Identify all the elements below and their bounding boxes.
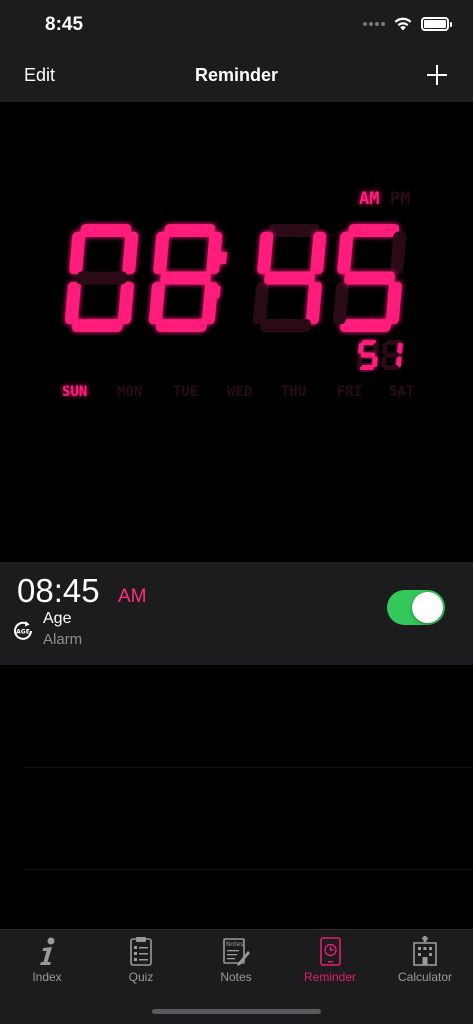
divider: [24, 869, 473, 870]
weekday-sun: SUN: [62, 384, 87, 400]
segment-g: [360, 352, 375, 358]
battery-icon: [421, 17, 452, 31]
segment-d: [72, 319, 123, 332]
tab-quiz[interactable]: Quiz: [94, 930, 188, 990]
segment-e: [148, 281, 165, 325]
am-label: AM: [359, 189, 379, 209]
segment-e: [356, 356, 363, 367]
segment-f: [337, 231, 354, 275]
segment-f: [153, 231, 170, 275]
tab-label: Reminder: [303, 970, 357, 984]
weekday-tue: TUE: [173, 384, 198, 400]
weekday-fri: FRI: [337, 384, 362, 400]
divider: [24, 767, 473, 768]
building-icon: [413, 936, 437, 966]
status-indicators: [363, 16, 452, 32]
weekday-row: SUN MON TUE WED THU FRI SAT: [62, 384, 414, 400]
age-refresh-icon: AGE: [14, 621, 32, 640]
alarm-sublabel: Alarm: [43, 631, 83, 648]
segment-c: [305, 281, 322, 325]
segment-f: [358, 343, 364, 354]
clock-icon: [320, 937, 341, 966]
notes-icon: Notes: [223, 938, 250, 966]
alarm-toggle[interactable]: [387, 590, 445, 625]
plus-icon: [427, 65, 447, 85]
segment-g: [384, 352, 399, 358]
home-indicator: [152, 1009, 321, 1014]
segment-b: [122, 231, 139, 275]
navigation-bar: Edit Reminder: [0, 50, 473, 102]
segment-a: [80, 224, 132, 237]
seconds-digit-1: [356, 340, 379, 370]
segment-g: [344, 271, 395, 285]
wifi-icon: [394, 17, 412, 31]
segment-f: [69, 231, 86, 275]
page-title: Reminder: [194, 65, 279, 85]
segment-d: [156, 319, 207, 332]
tab-label: Index: [32, 970, 62, 984]
segment-e: [332, 281, 349, 325]
segment-e: [64, 281, 81, 325]
tab-label: Calculator: [397, 970, 453, 984]
weekday-wed: WED: [227, 384, 252, 400]
segment-d: [260, 319, 311, 332]
segment-e: [380, 356, 387, 367]
segment-b: [390, 231, 407, 275]
ampm-indicator: AM PM: [359, 189, 410, 209]
pm-label: PM: [390, 189, 410, 209]
tab-reminder[interactable]: Reminder: [283, 930, 377, 990]
tab-calculator[interactable]: Calculator: [378, 930, 472, 990]
alarm-ampm: AM: [118, 586, 147, 607]
weekday-sat: SAT: [389, 384, 414, 400]
segment-c: [117, 281, 134, 325]
clock-display: AM PM SUN MON TUE WED THU FRI SAT: [62, 189, 414, 400]
weekday-mon: MON: [117, 384, 142, 400]
segment-a: [348, 224, 400, 237]
alarm-time: 08:45: [17, 572, 100, 609]
segment-f: [257, 231, 274, 275]
segment-e: [252, 281, 269, 325]
tab-label: Quiz: [128, 970, 154, 984]
clock-digit-2: [148, 224, 223, 332]
segment-b: [397, 343, 403, 354]
seconds-digit-2: [380, 340, 403, 370]
cellular-signal-icon: [363, 22, 385, 26]
seconds-digits: [356, 340, 403, 370]
weekday-thu: THU: [281, 384, 306, 400]
segment-g: [264, 271, 315, 285]
tab-index[interactable]: Index: [0, 930, 94, 990]
segment-b: [310, 231, 327, 275]
svg-text:AGE: AGE: [16, 629, 30, 636]
clock-digit-4: [332, 224, 407, 332]
status-time: 8:45: [45, 14, 84, 35]
segment-f: [382, 343, 388, 354]
time-digits: [64, 224, 407, 332]
tab-label: Notes: [220, 970, 252, 984]
segment-d: [340, 319, 391, 332]
add-button[interactable]: [425, 63, 449, 87]
digital-clock: AM PM SUN MON TUE WED THU FRI SAT: [0, 102, 473, 562]
svg-text:Notes: Notes: [226, 941, 243, 948]
info-icon: [40, 937, 55, 965]
segment-a: [164, 224, 216, 237]
toggle-knob: [412, 592, 443, 623]
clock-digit-3: [252, 224, 327, 332]
clipboard-icon: [130, 937, 152, 966]
segment-b: [373, 343, 379, 354]
segment-g: [160, 271, 211, 285]
alarm-label: Age: [43, 610, 72, 627]
segment-c: [385, 281, 402, 325]
segment-a: [268, 224, 320, 237]
status-bar: 8:45: [0, 0, 473, 50]
tab-notes[interactable]: Notes Notes: [189, 930, 283, 990]
clock-digit-1: [64, 224, 139, 332]
segment-g: [76, 271, 127, 285]
